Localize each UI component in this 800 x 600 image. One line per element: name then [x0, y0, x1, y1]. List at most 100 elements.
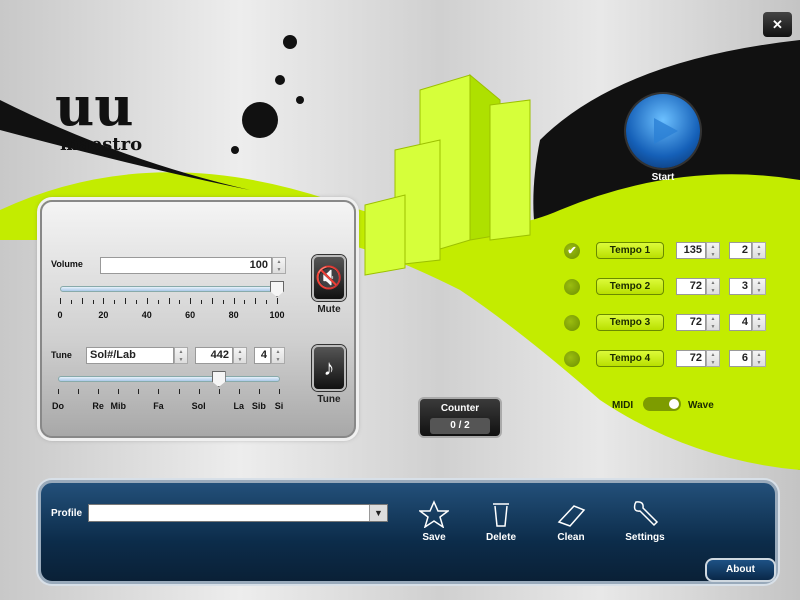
- check-icon: ✔: [567, 245, 577, 257]
- profile-label: Profile: [51, 508, 83, 519]
- close-button[interactable]: ✕: [763, 12, 792, 37]
- tune-tick: [118, 389, 120, 394]
- octave-input[interactable]: 4: [254, 347, 271, 364]
- volume-tick: [114, 300, 116, 304]
- volume-tick: [255, 298, 257, 304]
- star-icon: [419, 500, 449, 528]
- volume-tick-label: 80: [228, 310, 239, 320]
- speaker-mute-icon: 🔇: [315, 265, 343, 290]
- tempo-beats-spinner[interactable]: ▲ ▼: [752, 242, 766, 259]
- clean-button[interactable]: Clean: [541, 500, 601, 543]
- save-label: Save: [422, 532, 446, 543]
- volume-tick-label: 20: [98, 310, 109, 320]
- wrench-icon: [633, 501, 659, 527]
- settings-button[interactable]: Settings: [615, 500, 675, 543]
- tune-tick: [98, 389, 100, 394]
- volume-tick: [233, 298, 235, 304]
- volume-tick-label: 100: [269, 310, 285, 320]
- delete-label: Delete: [485, 532, 516, 543]
- tempo-button[interactable]: Tempo 3: [596, 314, 664, 331]
- eraser-icon: [557, 505, 586, 527]
- mute-button[interactable]: 🔇: [312, 255, 346, 301]
- tune-tick-label: Si: [274, 401, 284, 411]
- tempo-bpm-input[interactable]: 135: [676, 242, 706, 259]
- tempo-button[interactable]: Tempo 1: [596, 242, 664, 259]
- octave-spinner[interactable]: ▲ ▼: [271, 347, 285, 364]
- tempo-bpm-spinner[interactable]: ▲ ▼: [706, 314, 720, 331]
- tempo-beats-spinner[interactable]: ▲ ▼: [752, 278, 766, 295]
- tune-tick-label: Fa: [153, 401, 164, 411]
- tempo-radio[interactable]: [564, 315, 580, 331]
- tune-tick: [198, 389, 200, 394]
- tune-tick: [279, 389, 280, 394]
- svg-text:uu: uu: [55, 74, 134, 138]
- note-input[interactable]: Sol#/Lab: [86, 347, 174, 364]
- volume-tick: [179, 300, 181, 304]
- tempo-radio[interactable]: ✔: [564, 243, 580, 259]
- tempo-radio[interactable]: [564, 279, 580, 295]
- volume-tick: [190, 298, 192, 304]
- tempo-bpm-input[interactable]: 72: [676, 278, 706, 295]
- tempo-bpm-spinner[interactable]: ▲ ▼: [706, 242, 720, 259]
- volume-tick: [266, 300, 268, 304]
- volume-tick: [157, 300, 159, 304]
- counter-display: Counter 0 / 2: [418, 397, 502, 438]
- play-icon: [654, 118, 678, 144]
- tempo-bpm-input[interactable]: 72: [676, 314, 706, 331]
- tempo-beats-spinner[interactable]: ▲ ▼: [752, 314, 766, 331]
- volume-tick-label: 0: [57, 310, 63, 320]
- profile-dropdown[interactable]: ▼: [88, 504, 388, 522]
- volume-tick: [92, 300, 94, 304]
- chevron-down-icon[interactable]: ▼: [369, 505, 387, 521]
- start-button[interactable]: [626, 94, 700, 168]
- volume-tick: [201, 300, 203, 304]
- frequency-input[interactable]: 442: [195, 347, 233, 364]
- volume-tick: [125, 298, 127, 304]
- tune-tick: [238, 389, 240, 394]
- frequency-spinner[interactable]: ▲ ▼: [233, 347, 247, 364]
- tune-button[interactable]: ♪: [312, 345, 346, 391]
- tune-label: Tune: [51, 350, 72, 360]
- volume-slider[interactable]: [60, 286, 280, 292]
- tempo-beats-input[interactable]: 6: [729, 350, 752, 367]
- tempo-bpm-spinner[interactable]: ▲ ▼: [706, 350, 720, 367]
- tune-tick: [178, 389, 180, 394]
- tune-tick: [138, 389, 140, 394]
- tempo-bpm-input[interactable]: 72: [676, 350, 706, 367]
- tempo-radio[interactable]: [564, 351, 580, 367]
- volume-input[interactable]: 100: [100, 257, 272, 274]
- wave-label: Wave: [688, 400, 714, 411]
- volume-tick: [244, 300, 246, 304]
- start-label: Start: [651, 172, 675, 183]
- tempo-beats-spinner[interactable]: ▲ ▼: [752, 350, 766, 367]
- delete-button[interactable]: Delete: [471, 500, 531, 543]
- volume-tick: [135, 300, 137, 304]
- tune-button-label: Tune: [317, 394, 341, 405]
- tune-tick-label: Mib: [110, 401, 127, 411]
- save-button[interactable]: Save: [404, 500, 464, 543]
- volume-tick: [60, 298, 61, 304]
- volume-tick: [222, 300, 224, 304]
- tune-tick: [158, 389, 160, 394]
- tempo-beats-input[interactable]: 3: [729, 278, 752, 295]
- tune-tick: [58, 389, 59, 394]
- volume-label: Volume: [51, 259, 83, 269]
- tune-tick-label: Sol: [191, 401, 206, 411]
- volume-tick-label: 60: [185, 310, 196, 320]
- tempo-beats-input[interactable]: 2: [729, 242, 752, 259]
- about-button[interactable]: About: [705, 558, 776, 582]
- toggle-knob: [669, 399, 679, 409]
- tune-slider[interactable]: [58, 376, 280, 382]
- volume-tick: [168, 298, 170, 304]
- tempo-bpm-spinner[interactable]: ▲ ▼: [706, 278, 720, 295]
- tune-tick: [218, 389, 220, 394]
- tempo-button[interactable]: Tempo 2: [596, 278, 664, 295]
- mode-toggle[interactable]: [643, 397, 681, 411]
- tempo-button[interactable]: Tempo 4: [596, 350, 664, 367]
- trash-icon: [493, 503, 509, 527]
- volume-spinner[interactable]: ▲ ▼: [272, 257, 286, 274]
- tempo-beats-input[interactable]: 4: [729, 314, 752, 331]
- note-spinner[interactable]: ▲ ▼: [174, 347, 188, 364]
- midi-label: MIDI: [612, 400, 634, 411]
- music-note-icon: ♪: [323, 355, 335, 380]
